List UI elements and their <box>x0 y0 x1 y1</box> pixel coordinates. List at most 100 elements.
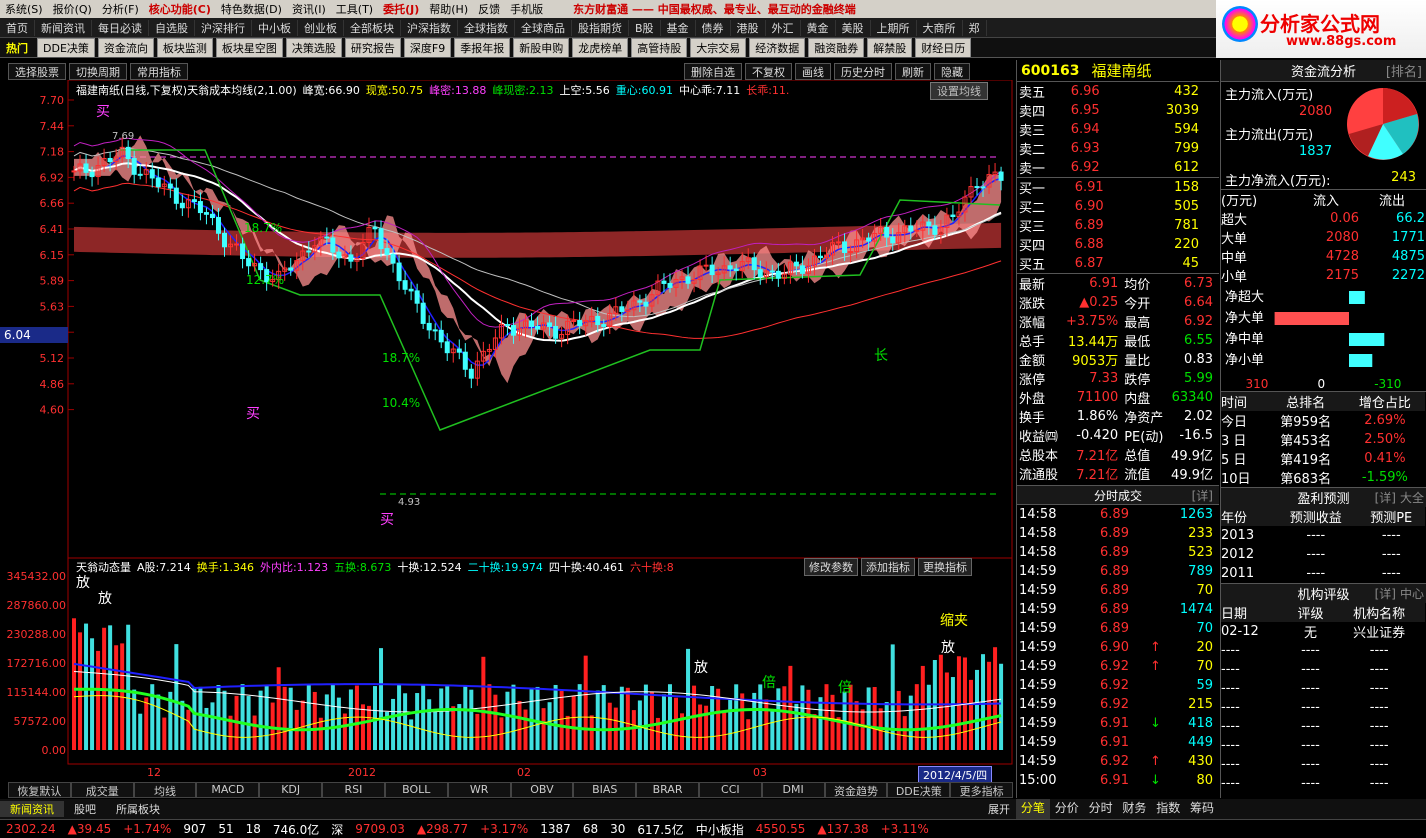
nav-item[interactable]: 每日必读 <box>92 19 149 36</box>
nav-item[interactable]: 股指期货 <box>572 19 629 36</box>
indicator-tab[interactable]: WR <box>447 782 511 798</box>
toolbar-button[interactable]: DDE决策 <box>37 38 95 57</box>
nav-item[interactable]: 沪深排行 <box>195 19 252 36</box>
indicator-tab[interactable]: MACD <box>196 782 260 798</box>
nav-item[interactable]: 美股 <box>836 19 871 36</box>
ticks-detail-link[interactable]: [详] <box>1192 487 1213 504</box>
nav-item[interactable]: 上期所 <box>871 19 917 36</box>
expand-button[interactable]: 展开 <box>988 801 1010 817</box>
nav-item[interactable]: 全球商品 <box>515 19 572 36</box>
toolbar-button[interactable]: 解禁股 <box>867 38 913 57</box>
nav-item[interactable]: 沪深指数 <box>401 19 458 36</box>
chart-tab[interactable]: 画线 <box>795 63 831 80</box>
indicator-tab[interactable]: KDJ <box>259 782 323 798</box>
indicator-tab[interactable]: 更多指标 <box>950 782 1013 798</box>
toolbar-button[interactable]: 板块星空图 <box>215 38 283 57</box>
chart-tab[interactable]: 隐藏 <box>934 63 970 80</box>
toolbar-button[interactable]: 龙虎榜单 <box>572 38 629 57</box>
chart-tab[interactable]: 不复权 <box>745 63 792 80</box>
toolbar-button[interactable]: 研究报告 <box>344 38 401 57</box>
right-tab[interactable]: 分价 <box>1050 799 1084 819</box>
toolbar-button[interactable]: 大宗交易 <box>690 38 747 57</box>
indicator-tab[interactable]: 恢复默认 <box>8 782 71 798</box>
nav-item[interactable]: 郑 <box>963 19 987 36</box>
nav-item[interactable]: 债券 <box>696 19 731 36</box>
bottom-tab[interactable]: 股吧 <box>64 801 106 817</box>
toolbar-button[interactable]: 资金流向 <box>97 38 154 57</box>
right-tab[interactable]: 指数 <box>1151 799 1185 819</box>
sub-button[interactable]: 修改参数 <box>804 558 858 576</box>
nav-item[interactable]: 新闻资讯 <box>35 19 92 36</box>
indicator-tab[interactable]: DDE决策 <box>887 782 951 798</box>
menu-item[interactable]: 资讯(I) <box>287 1 331 17</box>
indicator-tab[interactable]: 资金趋势 <box>824 782 888 798</box>
nav-item[interactable]: 首页 <box>0 19 35 36</box>
sub-button[interactable]: 添加指标 <box>861 558 915 576</box>
indicator-tab[interactable]: 均线 <box>133 782 197 798</box>
chart-tab[interactable]: 历史分时 <box>834 63 892 80</box>
nav-item[interactable]: 全球指数 <box>458 19 515 36</box>
nav-item[interactable]: 基金 <box>661 19 696 36</box>
indicator-tab[interactable]: BIAS <box>573 782 637 798</box>
bottom-tab[interactable]: 所属板块 <box>106 801 170 817</box>
nav-item[interactable]: 大商所 <box>917 19 963 36</box>
nav-item[interactable]: 中小板 <box>252 19 298 36</box>
toolbar-button[interactable]: 新股申购 <box>513 38 570 57</box>
sub-button[interactable]: 更换指标 <box>918 558 972 576</box>
rating-links[interactable]: [详] 中心 <box>1375 585 1424 602</box>
toolbar-button[interactable]: 深度F9 <box>403 38 452 57</box>
toolbar-button[interactable]: 板块监测 <box>156 38 213 57</box>
toolbar-button[interactable]: 融资融券 <box>808 38 865 57</box>
chart-tab[interactable]: 常用指标 <box>130 63 188 80</box>
nav-item[interactable]: 全部板块 <box>344 19 401 36</box>
toolbar-button[interactable]: 季报年报 <box>454 38 511 57</box>
menu-item[interactable]: 报价(Q) <box>48 1 97 17</box>
indicator-tab[interactable]: OBV <box>510 782 574 798</box>
menu-item[interactable]: 手机版 <box>505 1 548 17</box>
toolbar-button[interactable]: 高管持股 <box>631 38 688 57</box>
volume-bar <box>728 698 733 750</box>
right-tab[interactable]: 分时 <box>1084 799 1118 819</box>
chart-tab[interactable]: 刷新 <box>895 63 931 80</box>
chart-tab[interactable]: 选择股票 <box>8 63 66 80</box>
fund-rank-link[interactable]: [排名] <box>1386 61 1422 80</box>
indicator-tab[interactable]: BOLL <box>384 782 448 798</box>
menu-item[interactable]: 系统(S) <box>0 1 48 17</box>
menu-item[interactable]: 委托(J) <box>378 1 424 17</box>
menu-item[interactable]: 工具(T) <box>331 1 378 17</box>
right-tab[interactable]: 筹码 <box>1185 799 1219 819</box>
table-row: ---- ---- ---- <box>1221 736 1425 755</box>
indicator-tab[interactable]: 成交量 <box>70 782 134 798</box>
toolbar-button[interactable]: 财经日历 <box>915 38 972 57</box>
menu-item[interactable]: 帮助(H) <box>424 1 473 17</box>
menu-item[interactable]: 反馈 <box>473 1 505 17</box>
nav-item[interactable]: B股 <box>629 19 661 36</box>
nav-item[interactable]: 自选股 <box>149 19 195 36</box>
candle-body <box>131 158 137 175</box>
nav-item[interactable]: 外汇 <box>766 19 801 36</box>
indicator-tab[interactable]: DMI <box>761 782 825 798</box>
bottom-tab[interactable]: 新闻资讯 <box>0 801 64 817</box>
nav-item[interactable]: 黄金 <box>801 19 836 36</box>
right-tab[interactable]: 财务 <box>1117 799 1151 819</box>
right-tab[interactable]: 分笔 <box>1016 799 1050 819</box>
chart-tab[interactable]: 切换周期 <box>69 63 127 80</box>
toolbar-button[interactable]: 经济数据 <box>749 38 806 57</box>
menu-item[interactable]: 核心功能(C) <box>144 1 216 17</box>
nav-item[interactable]: 创业板 <box>298 19 344 36</box>
nav-item[interactable]: 港股 <box>731 19 766 36</box>
tick-price: 6.92 <box>1100 659 1129 674</box>
chart-tab[interactable]: 删除自选 <box>684 63 742 80</box>
volume-bar <box>108 625 113 750</box>
indicator-tab[interactable]: BRAR <box>636 782 699 798</box>
kline-chart[interactable]: 7.707.447.186.926.666.416.155.895.635.37… <box>0 80 1013 782</box>
price-tick: 4.86 <box>40 378 65 391</box>
forecast-links[interactable]: [详] 大全 <box>1375 489 1424 506</box>
candle-body <box>866 237 872 242</box>
indicator-tab[interactable]: CCI <box>698 782 762 798</box>
toolbar-button[interactable]: 决策选股 <box>285 38 342 57</box>
menu-item[interactable]: 分析(F) <box>97 1 144 17</box>
settings-button[interactable]: 设置均线 <box>930 82 988 100</box>
indicator-tab[interactable]: RSI <box>322 782 385 798</box>
menu-item[interactable]: 特色数据(D) <box>216 1 287 17</box>
